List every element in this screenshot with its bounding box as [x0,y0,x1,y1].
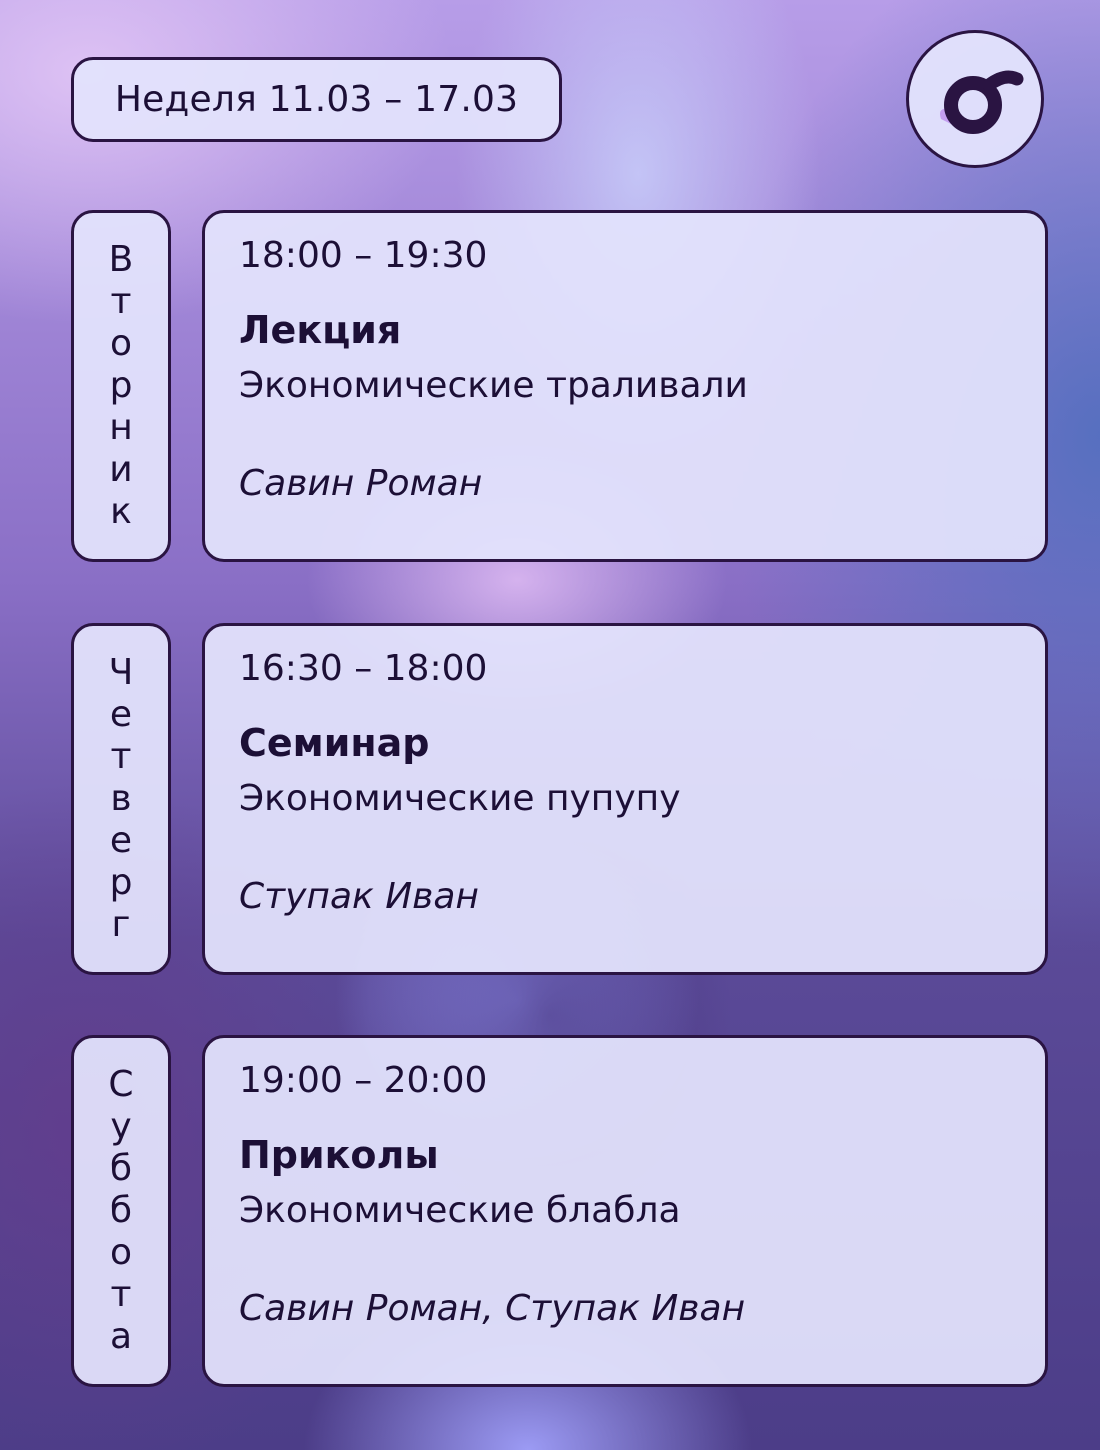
class-type: Семинар [239,721,430,765]
day-letter: р [109,365,133,406]
week-range-text: Неделя 11.03 – 17.03 [114,79,519,120]
class-teacher: Савин Роман [239,463,483,504]
class-type: Лекция [239,308,402,352]
class-card-saturday: 19:00 – 20:00 Приколы Экономические блаб… [202,1035,1048,1387]
class-time: 16:30 – 18:00 [239,648,488,689]
class-card-thursday: 16:30 – 18:00 Семинар Экономические пупу… [202,623,1048,975]
week-range-label: Неделя 11.03 – 17.03 [71,57,562,142]
class-time: 19:00 – 20:00 [239,1060,488,1101]
day-letter: е [109,820,133,861]
day-letter: т [110,1274,132,1315]
day-letter: б [109,1190,133,1231]
class-time: 18:00 – 19:30 [239,235,488,276]
day-letter: Ч [108,652,134,693]
day-letter: р [109,862,133,903]
day-letter: у [110,1106,132,1147]
day-tab-tuesday: В т о р н и к [71,210,171,562]
class-teacher: Ступак Иван [239,876,479,917]
day-letter: о [109,323,133,364]
day-letter: в [110,778,132,819]
day-letter: г [111,904,131,945]
day-letter: т [110,736,132,777]
day-letter: к [110,491,132,532]
day-letter: а [109,1316,133,1357]
day-letter: н [109,407,133,448]
day-tab-thursday: Ч е т в е р г [71,623,171,975]
day-tab-saturday: С у б б о т а [71,1035,171,1387]
day-letter: т [110,281,132,322]
day-letter: и [109,449,133,490]
brand-logo [906,30,1044,168]
day-letter: о [109,1232,133,1273]
class-subject: Экономические блабла [239,1190,681,1231]
stylized-o-logo-icon [940,70,1024,134]
day-letter: е [109,694,133,735]
class-type: Приколы [239,1133,439,1177]
day-letter: С [108,1064,134,1105]
class-teacher: Савин Роман, Ступак Иван [239,1288,746,1329]
day-letter: б [109,1148,133,1189]
class-card-tuesday: 18:00 – 19:30 Лекция Экономические трали… [202,210,1048,562]
day-letter: В [108,239,134,280]
class-subject: Экономические траливали [239,365,748,406]
class-subject: Экономические пупупу [239,778,681,819]
